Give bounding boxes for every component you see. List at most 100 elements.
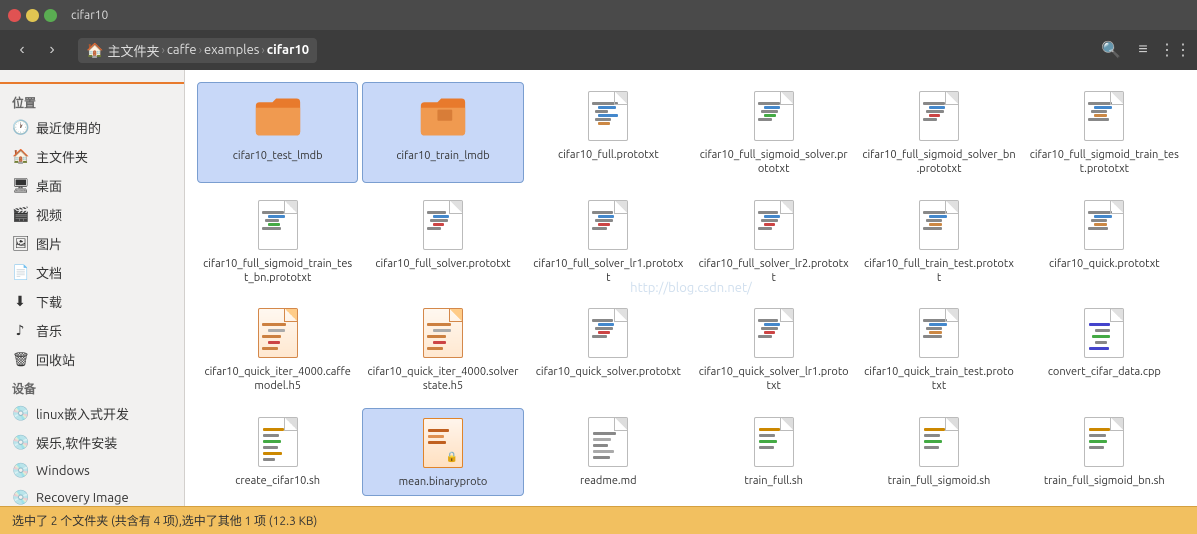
- breadcrumb-home[interactable]: 🏠 主文件夹: [86, 41, 159, 60]
- breadcrumb-caffe[interactable]: caffe: [167, 43, 197, 57]
- forward-button[interactable]: ›: [38, 36, 66, 64]
- file-name-full-sigmoid-solver-bn: cifar10_full_sigmoid_solver_bn.prototxt: [862, 148, 1015, 177]
- proto-icon-full-sigmoid-solver: [750, 88, 798, 144]
- file-item-convert-cifar[interactable]: convert_cifar_data.cpp: [1024, 299, 1185, 400]
- file-item-cifar10-test-lmdb[interactable]: cifar10_test_lmdb: [197, 82, 358, 183]
- menu-button[interactable]: ≡: [1129, 36, 1157, 64]
- breadcrumb-sep-3: ›: [261, 44, 264, 57]
- sidebar-item-trash[interactable]: 🗑 回收站: [0, 345, 184, 374]
- sh-icon-train-full-sigmoid-bn: [1080, 414, 1128, 470]
- sidebar-label-linux-dev: linux嵌入式开发: [36, 404, 129, 423]
- back-button[interactable]: ‹: [8, 36, 36, 64]
- trash-icon: 🗑: [12, 351, 28, 368]
- sidebar-item-home[interactable]: 🏠 主文件夹: [0, 142, 184, 171]
- file-item-quick-solverstate[interactable]: cifar10_quick_iter_4000.solverstate.h5: [362, 299, 523, 400]
- home-icon: 🏠: [86, 42, 103, 59]
- file-item-quick-solver-lr1[interactable]: cifar10_quick_solver_lr1.prototxt: [693, 299, 854, 400]
- folder-icon-test-lmdb: [254, 89, 302, 145]
- file-name-full-train-test: cifar10_full_train_test.prototxt: [862, 257, 1015, 286]
- proto-icon-quick-solver: [584, 305, 632, 361]
- sidebar-item-pictures[interactable]: 🖼 图片: [0, 229, 184, 258]
- sidebar-label-videos: 视频: [36, 205, 62, 224]
- file-name-full-solver-lr1: cifar10_full_solver_lr1.prototxt: [532, 257, 685, 286]
- file-item-full-solver-lr1[interactable]: cifar10_full_solver_lr1.prototxt: [528, 191, 689, 292]
- file-item-quick-solver[interactable]: cifar10_quick_solver.prototxt: [528, 299, 689, 400]
- desktop-icon: 🖥: [12, 177, 28, 194]
- file-item-full-sigmoid-solver-bn[interactable]: cifar10_full_sigmoid_solver_bn.prototxt: [858, 82, 1019, 183]
- folder-icon-train-lmdb: [419, 89, 467, 145]
- file-name-full-sigmoid-solver: cifar10_full_sigmoid_solver.prototxt: [697, 148, 850, 177]
- file-item-quick-train-test[interactable]: cifar10_quick_train_test.prototxt: [858, 299, 1019, 400]
- sidebar-label-home: 主文件夹: [36, 147, 88, 166]
- sidebar-item-recovery[interactable]: 💿 Recovery Image: [0, 484, 184, 506]
- sidebar-item-entertainment[interactable]: 💿 娱乐,软件安装: [0, 428, 184, 457]
- file-name-cifar10-train-lmdb: cifar10_train_lmdb: [396, 149, 489, 163]
- sidebar-item-windows[interactable]: 💿 Windows: [0, 457, 184, 484]
- close-button[interactable]: [8, 9, 21, 22]
- file-item-train-full-sigmoid[interactable]: train_full_sigmoid.sh: [858, 408, 1019, 496]
- videos-icon: 🎬: [12, 206, 28, 223]
- file-name-full-sigmoid-train-test-bn: cifar10_full_sigmoid_train_test_bn.proto…: [201, 257, 354, 286]
- search-button[interactable]: 🔍: [1097, 36, 1125, 64]
- cpp-icon-convert-cifar: [1080, 305, 1128, 361]
- file-item-full-sigmoid-train-test[interactable]: cifar10_full_sigmoid_train_test.prototxt: [1024, 82, 1185, 183]
- sidebar-label-recent: 最近使用的: [36, 118, 101, 137]
- file-name-train-full: train_full.sh: [744, 474, 803, 488]
- file-item-create-cifar[interactable]: create_cifar10.sh: [197, 408, 358, 496]
- file-item-quick-caffemodel[interactable]: cifar10_quick_iter_4000.caffemodel.h5: [197, 299, 358, 400]
- file-name-train-full-sigmoid-bn: train_full_sigmoid_bn.sh: [1044, 474, 1165, 488]
- lock-icon: 🔒: [446, 451, 458, 463]
- proto-icon-cifar10-full: [584, 88, 632, 144]
- sidebar-item-videos[interactable]: 🎬 视频: [0, 200, 184, 229]
- file-item-full-sigmoid-solver[interactable]: cifar10_full_sigmoid_solver.prototxt: [693, 82, 854, 183]
- file-item-mean-binaryproto[interactable]: 🔒 mean.binaryproto: [362, 408, 523, 496]
- file-name-cifar10-full-proto: cifar10_full.prototxt: [558, 148, 659, 162]
- breadcrumb-sep-1: ›: [161, 44, 164, 57]
- sidebar-label-recovery: Recovery Image: [36, 491, 129, 505]
- sidebar-item-recent[interactable]: 🕐 最近使用的: [0, 113, 184, 142]
- sidebar-label-trash: 回收站: [36, 350, 75, 369]
- file-item-cifar10-train-lmdb[interactable]: cifar10_train_lmdb: [362, 82, 523, 183]
- proto-icon-full-solver-lr1: [584, 197, 632, 253]
- view-button[interactable]: ⋮⋮: [1161, 36, 1189, 64]
- nav-controls: ‹ ›: [8, 36, 66, 64]
- documents-icon: 📄: [12, 264, 28, 281]
- proto-icon-quick-solver-lr1: [750, 305, 798, 361]
- file-item-train-full-sigmoid-bn[interactable]: train_full_sigmoid_bn.sh: [1024, 408, 1185, 496]
- sh-icon-create-cifar: [254, 414, 302, 470]
- file-item-full-train-test[interactable]: cifar10_full_train_test.prototxt: [858, 191, 1019, 292]
- linux-dev-icon: 💿: [12, 405, 28, 422]
- breadcrumb-examples[interactable]: examples: [204, 43, 259, 57]
- file-name-train-full-sigmoid: train_full_sigmoid.sh: [888, 474, 991, 488]
- file-item-quick-proto[interactable]: cifar10_quick.prototxt: [1024, 191, 1185, 292]
- sh-icon-train-full-sigmoid: [915, 414, 963, 470]
- downloads-icon: ⬇: [12, 293, 28, 310]
- sidebar-item-downloads[interactable]: ⬇ 下载: [0, 287, 184, 316]
- music-icon: ♪: [12, 322, 28, 339]
- file-item-full-sigmoid-train-test-bn[interactable]: cifar10_full_sigmoid_train_test_bn.proto…: [197, 191, 358, 292]
- sidebar-item-music[interactable]: ♪ 音乐: [0, 316, 184, 345]
- minimize-button[interactable]: [26, 9, 39, 22]
- file-name-full-solver-lr2: cifar10_full_solver_lr2.prototxt: [697, 257, 850, 286]
- file-name-cifar10-test-lmdb: cifar10_test_lmdb: [233, 149, 323, 163]
- sidebar: 位置 🕐 最近使用的 🏠 主文件夹 🖥 桌面 🎬 视频 🖼 图片 📄 文档 ⬇ …: [0, 70, 185, 506]
- breadcrumb-cifar10[interactable]: cifar10: [267, 43, 309, 57]
- sidebar-item-documents[interactable]: 📄 文档: [0, 258, 184, 287]
- sidebar-label-downloads: 下载: [36, 292, 62, 311]
- file-item-full-solver-lr2[interactable]: cifar10_full_solver_lr2.prototxt: [693, 191, 854, 292]
- file-item-full-solver[interactable]: cifar10_full_solver.prototxt: [362, 191, 523, 292]
- file-item-train-full[interactable]: train_full.sh: [693, 408, 854, 496]
- sidebar-item-desktop[interactable]: 🖥 桌面: [0, 171, 184, 200]
- maximize-button[interactable]: [44, 9, 57, 22]
- file-item-readme[interactable]: readme.md: [528, 408, 689, 496]
- sidebar-label-music: 音乐: [36, 321, 62, 340]
- sidebar-item-linux-dev[interactable]: 💿 linux嵌入式开发: [0, 399, 184, 428]
- sidebar-section-devices: 设备: [0, 374, 184, 399]
- file-item-cifar10-full-proto[interactable]: cifar10_full.prototxt: [528, 82, 689, 183]
- windows-icon: 💿: [12, 462, 28, 479]
- recent-icon: 🕐: [12, 119, 28, 136]
- home-sidebar-icon: 🏠: [12, 148, 28, 165]
- sidebar-label-entertainment: 娱乐,软件安装: [36, 433, 117, 452]
- breadcrumb-sep-2: ›: [199, 44, 202, 57]
- window-controls: [8, 9, 57, 22]
